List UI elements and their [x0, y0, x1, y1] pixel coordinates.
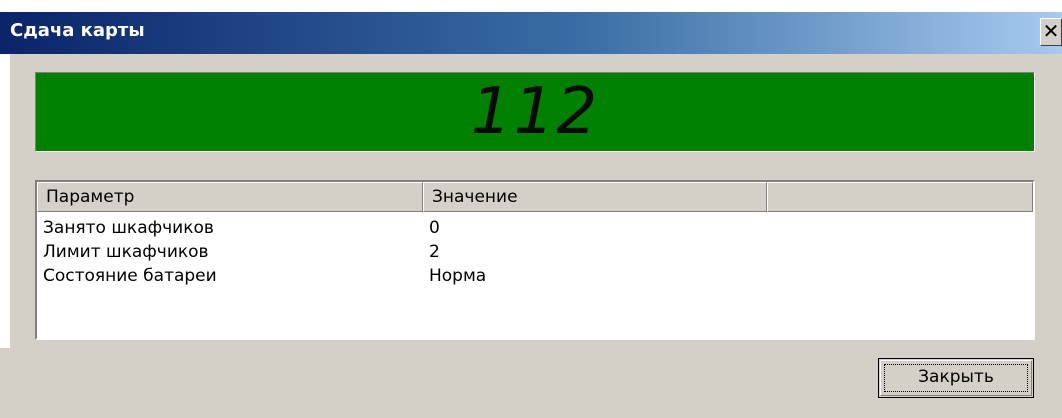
table-header: Параметр Значение — [37, 182, 1033, 214]
table-row[interactable]: Лимит шкафчиков 2 — [37, 240, 1033, 264]
column-header-parameter[interactable]: Параметр — [37, 182, 423, 212]
table-row[interactable]: Занято шкафчиков 0 — [37, 216, 1033, 240]
close-button[interactable]: Закрыть — [878, 358, 1034, 398]
row-value: Норма — [429, 266, 487, 286]
card-number-value: 112 — [470, 75, 600, 149]
row-value: 2 — [429, 242, 440, 262]
dialog-window: Сдача карты ✕ 112 Параметр Значение Заня… — [0, 12, 1062, 418]
row-param: Занято шкафчиков — [43, 218, 214, 238]
column-header-value[interactable]: Значение — [423, 182, 767, 212]
window-title: Сдача карты — [10, 20, 145, 41]
close-icon[interactable]: ✕ — [1040, 18, 1062, 46]
card-number-display: 112 — [35, 72, 1035, 152]
row-value: 0 — [429, 218, 440, 238]
row-param: Лимит шкафчиков — [43, 242, 209, 262]
parameters-table[interactable]: Параметр Значение Занято шкафчиков 0 Лим… — [35, 180, 1035, 340]
row-param: Состояние батареи — [43, 266, 217, 286]
table-body: Занято шкафчиков 0 Лимит шкафчиков 2 Сос… — [37, 216, 1033, 288]
window-edge — [0, 54, 10, 348]
title-bar[interactable]: Сдача карты ✕ — [0, 12, 1062, 54]
column-header-empty[interactable] — [767, 182, 1033, 212]
table-row[interactable]: Состояние батареи Норма — [37, 264, 1033, 288]
close-button-label: Закрыть — [918, 367, 994, 387]
